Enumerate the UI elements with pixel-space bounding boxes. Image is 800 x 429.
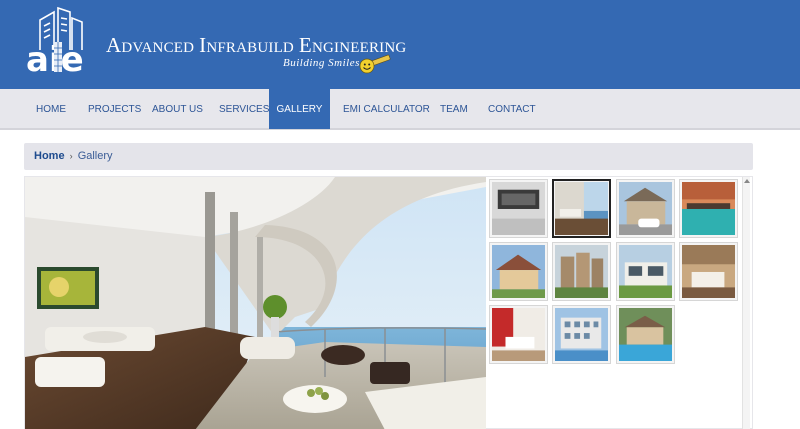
- gallery-panel: [24, 176, 753, 429]
- gallery-thumb-9[interactable]: [489, 305, 548, 364]
- tagline: Building Smiles: [283, 57, 360, 69]
- nav-services[interactable]: SERVICES: [219, 89, 269, 130]
- nav-about-us[interactable]: ABOUT US: [152, 89, 203, 130]
- breadcrumb: Home › Gallery: [24, 143, 753, 170]
- main-nav: HOME PROJECTS ABOUT US SERVICES GALLERY …: [0, 89, 800, 130]
- nav-team[interactable]: TEAM: [440, 89, 468, 130]
- site-header: aie ADVANCED INFRABUILD ENGINEERING Buil…: [0, 0, 800, 89]
- gallery-thumb-11[interactable]: [616, 305, 675, 364]
- smiley-pencil-icon: [358, 52, 392, 76]
- breadcrumb-separator: ›: [69, 151, 73, 161]
- nav-emi-calculator[interactable]: EMI CALCULATOR: [343, 89, 430, 130]
- gallery-thumb-4[interactable]: [679, 179, 738, 238]
- gallery-thumb-1[interactable]: [489, 179, 548, 238]
- thumbnail-scrollbar[interactable]: [742, 177, 750, 429]
- breadcrumb-current: Gallery: [77, 150, 113, 162]
- gallery-thumb-7[interactable]: [616, 242, 675, 301]
- gallery-thumb-3[interactable]: [616, 179, 675, 238]
- nav-home[interactable]: HOME: [36, 89, 66, 130]
- gallery-thumb-10[interactable]: [552, 305, 611, 364]
- gallery-thumb-6[interactable]: [552, 242, 611, 301]
- gallery-thumb-5[interactable]: [489, 242, 548, 301]
- gallery-thumb-2[interactable]: [552, 179, 611, 238]
- breadcrumb-home-link[interactable]: Home: [34, 150, 65, 162]
- nav-projects[interactable]: PROJECTS: [88, 89, 141, 130]
- gallery-main-image[interactable]: [25, 177, 486, 429]
- gallery-thumb-8[interactable]: [679, 242, 738, 301]
- nav-gallery[interactable]: GALLERY: [269, 89, 330, 129]
- gallery-thumbnails: [489, 179, 744, 429]
- scroll-up-icon[interactable]: [744, 179, 750, 183]
- company-logo[interactable]: aie: [24, 6, 100, 80]
- nav-contact[interactable]: CONTACT: [488, 89, 536, 130]
